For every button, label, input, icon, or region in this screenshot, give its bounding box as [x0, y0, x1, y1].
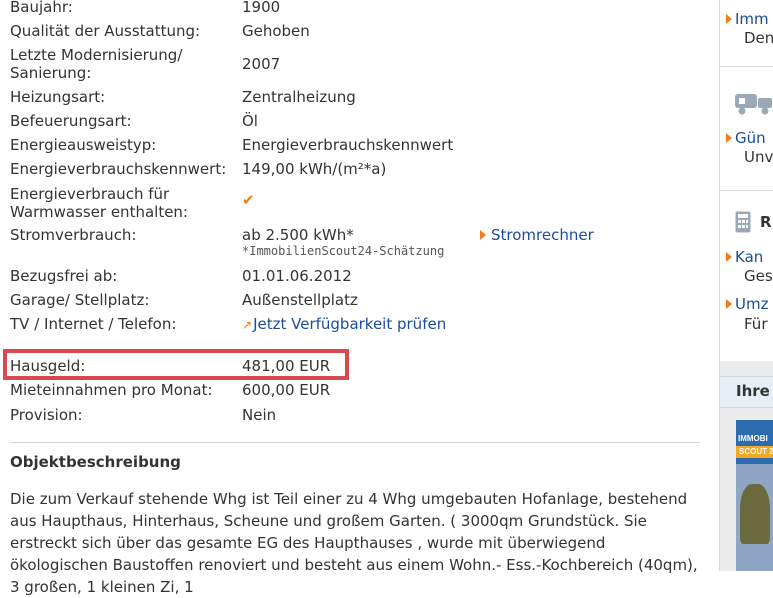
detail-label: Provision:: [10, 406, 83, 424]
verfuegbarkeit-label: Jetzt Verfügbarkeit prüfen: [253, 315, 447, 333]
detail-value: Außenstellplatz: [242, 291, 358, 309]
sidebar-divider: [720, 190, 773, 191]
arrow-right-icon: [480, 229, 486, 240]
arrow-right-icon: [726, 251, 732, 262]
sidebar-text: Unv: [744, 148, 773, 166]
detail-label: Energieverbrauch für Warmwasser enthalte…: [10, 185, 188, 221]
detail-value: Zentralheizung: [242, 88, 356, 106]
sidebar-box-title: R: [760, 213, 772, 231]
arrow-right-icon: [726, 298, 732, 309]
detail-label: Garage/ Stellplatz:: [10, 291, 150, 309]
sidebar-link-guenstig[interactable]: Gün: [726, 128, 766, 148]
detail-label: Letzte Modernisierung/ Sanierung:: [10, 46, 183, 82]
sidebar-link-label: Imm: [735, 10, 769, 28]
section-divider: [10, 442, 700, 443]
detail-value: 1900: [242, 0, 281, 16]
advertisement-banner[interactable]: IMMOBI SCOUT 2: [736, 420, 773, 571]
sidebar-link-kann[interactable]: Kan: [726, 247, 763, 267]
moving-truck-icon: [735, 94, 772, 115]
sidebar-text: Den: [744, 29, 773, 47]
detail-value: Nein: [242, 406, 277, 424]
objektbeschreibung-heading: Objektbeschreibung: [10, 453, 181, 471]
sidebar-link-label: Umz: [735, 295, 769, 313]
detail-label: Energieausweistyp:: [10, 136, 157, 154]
stromrechner-label: Stromrechner: [491, 226, 594, 244]
sidebar-link-immobilien[interactable]: Imm: [726, 9, 769, 29]
detail-value: Energieverbrauchskennwert: [242, 136, 454, 154]
ad-text-line2: SCOUT 2: [736, 446, 773, 458]
detail-value: 149,00 kWh/(m²*a): [242, 160, 387, 178]
detail-label: Mieteinnahmen pro Monat:: [10, 381, 213, 399]
detail-value: Gehoben: [242, 22, 310, 40]
objektbeschreibung-text: Die zum Verkauf stehende Whg ist Teil ei…: [10, 490, 698, 596]
estimate-note: *ImmobilienScout24-Schätzung: [242, 244, 445, 258]
detail-value: ab 2.500 kWh* *ImmobilienScout24-Schätzu…: [242, 226, 444, 259]
sidebar-text: Für: [744, 315, 768, 333]
calculator-icon: [735, 211, 751, 233]
sidebar-link-label: Kan: [735, 248, 764, 266]
ad-tree-shape: [740, 484, 770, 544]
detail-label: Heizungsart:: [10, 88, 106, 106]
detail-label: TV / Internet / Telefon:: [10, 315, 177, 333]
detail-label: Qualität der Ausstattung:: [10, 22, 201, 40]
checkmark-icon: ✔: [242, 191, 255, 209]
sidebar-link-label: Gün: [735, 129, 766, 147]
detail-value: Öl: [242, 112, 258, 130]
verfuegbarkeit-link[interactable]: ↗Jetzt Verfügbarkeit prüfen: [242, 315, 446, 334]
detail-label: Energieverbrauchskennwert:: [10, 160, 227, 178]
expose-details-main: Baujahr: 1900 Qualität der Ausstattung: …: [0, 0, 712, 596]
external-link-icon: ↗: [242, 318, 253, 332]
detail-value: 01.01.06.2012: [242, 267, 352, 285]
hausgeld-highlight-box: [3, 349, 349, 380]
ad-text-line1: IMMOBI: [738, 434, 768, 443]
arrow-right-icon: [726, 132, 732, 143]
detail-value: 2007: [242, 55, 281, 73]
ihre-box-header: Ihre: [720, 376, 773, 408]
detail-label: Baujahr:: [10, 0, 73, 16]
stromverbrauch-value: ab 2.500 kWh*: [242, 226, 354, 244]
arrow-right-icon: [726, 13, 732, 24]
detail-value: 600,00 EUR: [242, 381, 331, 399]
ihre-box-title: Ihre: [736, 382, 770, 400]
right-sidebar: Imm Den Gün Unv R Kan Ges Umz Für Ihre I…: [719, 0, 773, 571]
sidebar-divider: [720, 66, 773, 67]
detail-label: Bezugsfrei ab:: [10, 267, 118, 285]
detail-label: Befeuerungsart:: [10, 112, 132, 130]
detail-label: Stromverbrauch:: [10, 226, 137, 244]
ad-photo: [736, 464, 773, 571]
stromrechner-link[interactable]: Stromrechner: [480, 226, 594, 244]
sidebar-link-umzug[interactable]: Umz: [726, 294, 768, 314]
sidebar-text: Ges: [744, 267, 773, 285]
